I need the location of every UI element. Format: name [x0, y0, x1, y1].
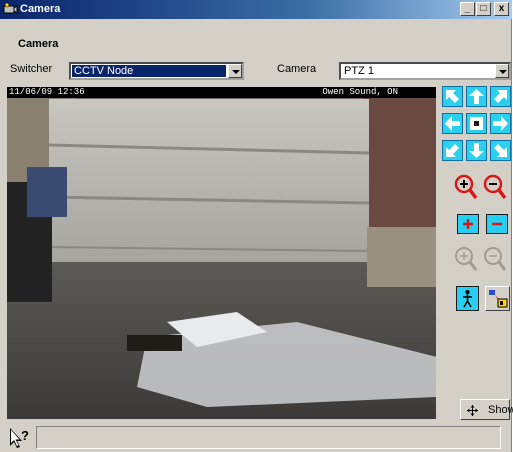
focus-plus-button[interactable] — [457, 214, 479, 234]
window-title: Camera — [20, 3, 61, 15]
snapshot-icon — [489, 290, 508, 308]
pan-down-button[interactable] — [466, 140, 487, 161]
maximize-button[interactable]: □ — [476, 2, 491, 16]
camera-select[interactable]: PTZ 1 — [339, 62, 511, 80]
zoom-in-icon — [454, 174, 478, 200]
title-bar[interactable]: Camera _ □ x — [0, 0, 512, 19]
pan-up-button[interactable] — [466, 86, 487, 107]
person-icon — [463, 290, 472, 308]
switcher-value: CCTV Node — [74, 65, 134, 77]
svg-text:?: ? — [21, 428, 29, 443]
garage-scene — [7, 87, 436, 419]
camera-window: Camera _ □ x Camera Switcher CCTV Node C… — [0, 0, 513, 452]
zoom-in-disabled-icon — [455, 247, 478, 271]
pan-down-right-button[interactable] — [490, 140, 511, 161]
section-title: Camera — [18, 38, 59, 50]
focus-minus-button[interactable] — [486, 214, 508, 234]
video-timestamp: 11/06/09 12:36 — [9, 87, 85, 97]
home-icon — [470, 117, 483, 130]
minimize-button[interactable]: _ — [460, 2, 475, 16]
close-button[interactable]: x — [494, 2, 509, 16]
pan-down-left-button[interactable] — [442, 140, 463, 161]
switcher-select[interactable]: CCTV Node — [69, 62, 244, 80]
status-bar: ? — [0, 424, 512, 452]
chevron-down-icon[interactable] — [495, 64, 509, 78]
arrow-up-icon — [469, 89, 484, 104]
camera-app-icon — [3, 2, 18, 14]
zoom-out-disabled-icon — [484, 247, 507, 271]
digital-zoom-in-button[interactable] — [454, 246, 478, 272]
arrow-left-icon — [445, 116, 460, 131]
show-button-label: Show — [488, 404, 513, 416]
arrow-down-right-icon — [494, 144, 507, 157]
pan-up-right-button[interactable] — [490, 86, 511, 107]
arrow-up-right-icon — [494, 90, 507, 103]
zoom-out-button[interactable] — [483, 174, 507, 200]
camera-label: Camera — [277, 63, 317, 75]
plus-icon — [463, 219, 473, 229]
switcher-label: Switcher — [10, 63, 53, 75]
zoom-in-button[interactable] — [454, 174, 478, 200]
pan-right-button[interactable] — [490, 113, 511, 134]
arrow-down-left-icon — [446, 144, 459, 157]
pan-up-left-button[interactable] — [442, 86, 463, 107]
help-pointer-icon[interactable]: ? — [8, 426, 32, 450]
chevron-down-icon[interactable] — [228, 64, 242, 78]
status-panel — [36, 426, 501, 449]
person-tracking-button[interactable] — [456, 286, 479, 311]
video-location: Owen Sound, ON — [322, 87, 398, 97]
minus-icon — [492, 222, 502, 226]
camera-value: PTZ 1 — [344, 65, 374, 77]
move-icon — [467, 405, 478, 416]
digital-zoom-out-button[interactable] — [483, 246, 507, 272]
zoom-out-icon — [483, 174, 507, 200]
camera-video-feed[interactable]: 11/06/09 12:36 Owen Sound, ON — [7, 87, 436, 419]
arrow-down-icon — [469, 143, 484, 158]
home-position-button[interactable] — [466, 113, 487, 134]
show-button[interactable]: Show — [460, 399, 513, 420]
arrow-up-left-icon — [446, 90, 459, 103]
arrow-right-icon — [493, 116, 508, 131]
pan-left-button[interactable] — [442, 113, 463, 134]
snapshot-button[interactable] — [485, 286, 510, 311]
video-overlay-bar: 11/06/09 12:36 Owen Sound, ON — [7, 87, 436, 98]
